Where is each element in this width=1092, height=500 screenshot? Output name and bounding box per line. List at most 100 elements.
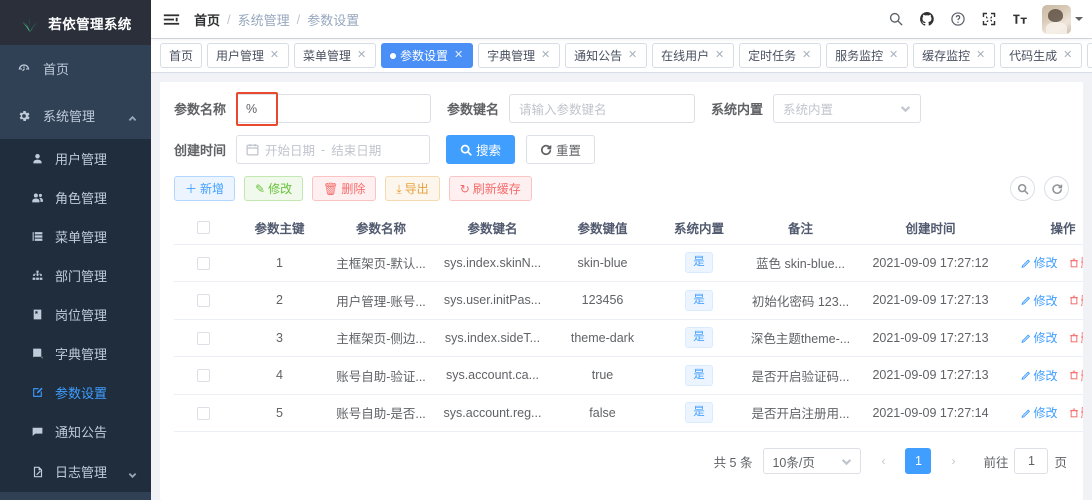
font-size-icon[interactable] [1011, 11, 1028, 28]
close-icon[interactable]: ✕ [627, 50, 638, 61]
close-icon[interactable]: ✕ [1062, 50, 1073, 61]
close-icon[interactable]: ✕ [269, 50, 280, 61]
logo[interactable]: 若依管理系统 [0, 0, 151, 45]
tab-service-monitor[interactable]: 服务监控 ✕ [826, 43, 909, 68]
refresh-button[interactable] [1044, 176, 1069, 201]
row-checkbox[interactable] [196, 406, 210, 420]
row-delete-link[interactable]: 删除 [1069, 292, 1084, 309]
row-edit-label: 修改 [1033, 406, 1058, 421]
cell-builtin: 是 [655, 281, 743, 320]
refresh-cache-button[interactable]: ↻ 刷新缓存 [448, 176, 532, 201]
add-button[interactable]: ＋ 新增 [174, 176, 236, 201]
cell-builtin: 是 [655, 244, 743, 282]
search-icon[interactable] [887, 11, 904, 28]
export-button[interactable]: ⤓ 导出 [385, 176, 440, 201]
builtin-select[interactable]: 系统内置 [773, 94, 922, 123]
cell-id: 5 [232, 394, 327, 432]
close-icon[interactable]: ✕ [540, 50, 551, 61]
cell-id: 4 [232, 356, 327, 395]
close-icon[interactable]: ✕ [453, 50, 464, 61]
sidebar-item-post-mgmt[interactable]: 岗位管理 [0, 295, 151, 334]
row-edit-link[interactable]: 修改 [1021, 329, 1058, 346]
row-delete-link[interactable]: 删除 [1069, 254, 1083, 271]
sidebar-item-monitor[interactable]: 系统监控 [0, 492, 151, 500]
row-delete-link[interactable]: 删除 [1069, 329, 1083, 346]
tab-menu-mgmt[interactable]: 菜单管理 ✕ [294, 43, 377, 68]
search-button[interactable]: 搜索 [446, 135, 516, 164]
tab-cache-monitor[interactable]: 缓存监控 ✕ [913, 43, 996, 68]
breadcrumb-separator: / [296, 11, 301, 27]
tab-scheduled-jobs[interactable]: 定时任务 ✕ [739, 43, 822, 68]
next-page-button[interactable]: › [940, 448, 967, 474]
prev-page-button[interactable]: ‹ [870, 448, 897, 474]
tab-home[interactable]: 首页 [160, 43, 203, 68]
user-icon [30, 151, 45, 166]
sidebar-item-user-mgmt[interactable]: 用户管理 [0, 139, 151, 178]
row-edit-link[interactable]: 修改 [1021, 404, 1058, 421]
sidebar-item-log-mgmt[interactable]: 日志管理 [0, 451, 151, 492]
github-icon[interactable] [918, 11, 935, 28]
table-row[interactable]: 3 主框架页-侧边... sys.index.sideT... theme-da… [174, 319, 1083, 357]
param-key-placeholder: 请输入参数键名 [519, 103, 607, 117]
sidebar-item-dept-mgmt[interactable]: 部门管理 [0, 256, 151, 295]
tab-param-settings[interactable]: 参数设置 ✕ [381, 43, 474, 68]
breadcrumb-item-0[interactable]: 首页 [194, 10, 220, 29]
menu-list-icon [30, 229, 45, 244]
param-key-input[interactable]: 请输入参数键名 [509, 94, 696, 123]
search-toggle-button[interactable] [1010, 176, 1035, 201]
param-name-input[interactable]: % [236, 92, 432, 126]
row-delete-label: 删除 [1081, 292, 1084, 309]
edit-button[interactable]: ✎ 修改 [244, 176, 304, 201]
table-row[interactable]: 4 账号自助-验证... sys.account.ca... true 是 是否… [174, 356, 1083, 395]
row-edit-link[interactable]: 修改 [1021, 367, 1058, 384]
row-edit-link[interactable]: 修改 [1021, 292, 1058, 309]
select-all-checkbox[interactable] [196, 221, 210, 235]
sidebar-item-role-mgmt[interactable]: 角色管理 [0, 178, 151, 217]
table-row[interactable]: 5 账号自助-是否... sys.account.reg... false 是 … [174, 394, 1083, 432]
close-icon[interactable]: ✕ [888, 50, 899, 61]
sidebar-item-dict-mgmt[interactable]: 字典管理 [0, 334, 151, 373]
sidebar-item-param-settings[interactable]: 参数设置 [0, 373, 151, 412]
row-delete-link[interactable]: 删除 [1069, 367, 1083, 384]
close-icon[interactable]: ✕ [975, 50, 986, 61]
sidebar-item-menu-mgmt[interactable]: 菜单管理 [0, 217, 151, 256]
row-delete-link[interactable]: 删除 [1069, 404, 1084, 421]
tab-user-mgmt[interactable]: 用户管理 ✕ [207, 43, 290, 68]
row-delete-label: 删除 [1081, 404, 1084, 421]
avatar-menu[interactable] [1042, 4, 1083, 34]
tab-dict-mgmt[interactable]: 字典管理 ✕ [478, 43, 561, 68]
fullscreen-icon[interactable] [980, 11, 997, 28]
table-row[interactable]: 2 用户管理-账号... sys.user.initPas... 123456 … [174, 281, 1084, 320]
tab-online-users[interactable]: 在线用户 ✕ [652, 43, 735, 68]
field-builtin: 系统内置 系统内置 [711, 94, 922, 123]
row-checkbox[interactable] [196, 294, 210, 308]
close-icon[interactable]: ✕ [356, 50, 367, 61]
tab-code-gen[interactable]: 代码生成 ✕ [1000, 43, 1083, 68]
end-date-placeholder: 结束日期 [331, 144, 382, 158]
sidebar-item-notice[interactable]: 通知公告 [0, 412, 151, 451]
sidebar-item-home[interactable]: 首页 [0, 45, 151, 92]
row-edit-link[interactable]: 修改 [1021, 254, 1058, 271]
tab-system-api[interactable]: 系统接口 ✕ [1087, 43, 1092, 68]
delete-button[interactable]: 🗑 删除 [312, 176, 377, 201]
breadcrumb-item-1[interactable]: 系统管理 [238, 10, 290, 29]
status-badge: 是 [685, 402, 713, 424]
cell-created: 2021-09-09 17:27:13 [858, 319, 1003, 357]
page-number-1[interactable]: 1 [905, 448, 932, 474]
tab-notice[interactable]: 通知公告 ✕ [565, 43, 648, 68]
jump-input[interactable]: 1 [1014, 448, 1049, 474]
reset-button[interactable]: 重置 [526, 135, 596, 164]
edit-button-label: 修改 [268, 182, 293, 196]
table-row[interactable]: 1 主框架页-默认... sys.index.skinN... skin-blu… [174, 244, 1083, 282]
sidebar-item-system[interactable]: 系统管理 [0, 92, 151, 139]
row-checkbox[interactable] [196, 256, 210, 270]
page-size-select[interactable]: 10条/页 [763, 448, 862, 474]
reset-button-label: 重置 [556, 144, 582, 158]
create-time-daterange[interactable]: 开始日期 - 结束日期 [236, 135, 431, 164]
hamburger-icon[interactable] [163, 11, 180, 28]
row-checkbox[interactable] [196, 331, 210, 345]
close-icon[interactable]: ✕ [801, 50, 812, 61]
help-circle-icon[interactable] [949, 11, 966, 28]
close-icon[interactable]: ✕ [714, 50, 725, 61]
row-checkbox[interactable] [196, 369, 210, 383]
